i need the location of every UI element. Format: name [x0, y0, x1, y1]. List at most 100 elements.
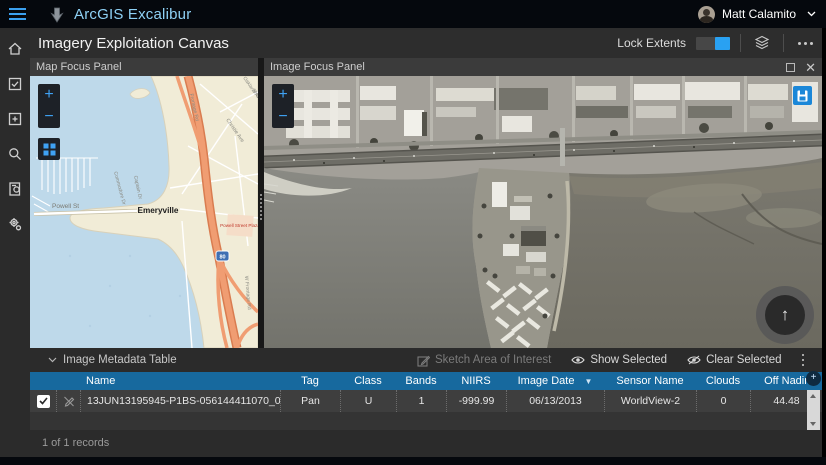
arrow-up-icon: ↑ — [780, 305, 790, 324]
column-header-name[interactable]: Name — [80, 375, 280, 387]
menu-icon[interactable] — [9, 8, 26, 20]
zoom-out-button[interactable]: − — [272, 106, 294, 128]
layers-button[interactable] — [751, 33, 773, 53]
checkbox-check-icon — [8, 77, 22, 91]
map-label-city: Emeryville — [138, 206, 179, 215]
interstate-80-shield: 80 — [215, 250, 230, 262]
table-row[interactable]: 13JUN13195945-P1BS-056144411070_01_P001 … — [30, 390, 822, 412]
column-header-sensor-name[interactable]: Sensor Name — [604, 375, 696, 387]
more-options-button[interactable] — [794, 33, 816, 53]
map-view[interactable]: 80 Powell St Emeryville Commodore Dr Cap… — [30, 76, 258, 348]
app-footer — [0, 457, 826, 465]
image-panel-title: Image Focus Panel — [270, 61, 365, 73]
close-icon[interactable]: ✕ — [805, 61, 816, 74]
divider — [783, 34, 784, 52]
grid-icon — [43, 143, 55, 155]
excalibur-logo-icon — [50, 7, 64, 23]
table-status-bar: 1 of 1 records — [30, 430, 822, 456]
app-title: ArcGIS Excalibur — [74, 5, 192, 23]
sidebar-item-search[interactable] — [4, 143, 26, 165]
sidebar — [0, 28, 30, 457]
table-settings-button[interactable]: + — [806, 371, 821, 386]
map-panel-header[interactable]: Map Focus Panel — [30, 58, 258, 76]
zoom-in-button[interactable]: + — [272, 84, 294, 106]
column-header-clouds[interactable]: Clouds — [696, 375, 750, 387]
layers-icon — [754, 35, 770, 50]
page-toolbar: Imagery Exploitation Canvas Lock Extents — [30, 28, 822, 58]
table-header-row: Name Tag Class Bands NIIRS Image Date ▼ S… — [30, 372, 822, 390]
image-tool-button[interactable] — [793, 86, 812, 105]
maximize-icon[interactable] — [786, 62, 796, 72]
user-name[interactable]: Matt Calamito — [722, 7, 796, 21]
zoom-in-button[interactable]: + — [38, 84, 60, 106]
sidebar-item-settings[interactable] — [4, 213, 26, 235]
eye-icon — [571, 356, 586, 364]
map-label-plaza: Powell Street Plaza — [220, 223, 258, 228]
scroll-down-icon[interactable] — [810, 422, 816, 426]
aerial-image — [264, 76, 822, 348]
divider — [740, 34, 741, 52]
cell-class: U — [340, 390, 396, 412]
no-edit-icon — [63, 396, 74, 407]
image-zoom-control: + − — [272, 84, 294, 128]
table-toolbar: Image Metadata Table Sketch Area of Inte… — [30, 348, 822, 372]
map-label-powell-st: Powell St — [52, 203, 79, 210]
table-collapse-toggle[interactable]: Image Metadata Table — [48, 354, 177, 366]
clear-selected-button[interactable]: Clear Selected — [687, 354, 782, 366]
cell-name: 13JUN13195945-P1BS-056144411070_01_P001 — [80, 390, 280, 412]
sidebar-item-projects[interactable] — [4, 73, 26, 95]
show-selected-button[interactable]: Show Selected — [571, 354, 667, 366]
table-options-button[interactable] — [801, 353, 804, 367]
sketch-icon — [417, 355, 430, 367]
lock-extents-toggle[interactable] — [696, 36, 730, 50]
row-checkbox[interactable] — [36, 394, 50, 408]
cell-clouds: 0 — [696, 390, 750, 412]
check-icon — [38, 397, 48, 405]
table-title: Image Metadata Table — [63, 354, 177, 366]
square-plus-icon — [8, 112, 22, 126]
map-panel-title: Map Focus Panel — [36, 61, 122, 73]
image-focus-panel: Image Focus Panel ✕ + − ↑ — [264, 58, 822, 348]
cell-image-date: 06/13/2013 — [506, 390, 604, 412]
sidebar-item-home[interactable] — [4, 38, 26, 60]
map-zoom-control: + − — [38, 84, 60, 128]
svg-text:80: 80 — [219, 255, 225, 261]
cell-bands: 1 — [396, 390, 446, 412]
sidebar-item-create[interactable] — [4, 108, 26, 130]
ellipsis-icon — [797, 41, 813, 45]
lock-extents-label: Lock Extents — [617, 36, 686, 50]
column-header-image-date[interactable]: Image Date ▼ — [506, 375, 604, 387]
save-image-icon — [797, 90, 808, 101]
map-focus-panel: Map Focus Panel 80 Powell St Emeryville … — [30, 58, 258, 348]
column-header-tag[interactable]: Tag — [280, 375, 340, 387]
sort-desc-icon: ▼ — [584, 377, 593, 386]
record-count: 1 of 1 records — [42, 437, 110, 449]
avatar[interactable] — [697, 5, 715, 23]
home-icon — [8, 42, 22, 55]
panel-splitter[interactable] — [258, 58, 264, 348]
image-panel-header[interactable]: Image Focus Panel ✕ — [264, 58, 822, 76]
street-map: 80 Powell St Emeryville Commodore Dr Cap… — [30, 76, 258, 348]
chevron-down-icon — [48, 357, 57, 363]
scroll-to-table-button[interactable]: ↑ — [756, 286, 814, 344]
image-view[interactable]: + − ↑ — [264, 76, 822, 348]
cell-tag: Pan — [280, 390, 340, 412]
cell-niirs: -999.99 — [446, 390, 506, 412]
sketch-aoi-button[interactable]: Sketch Area of Interest — [417, 354, 551, 367]
sidebar-item-reports[interactable] — [4, 178, 26, 200]
zoom-out-button[interactable]: − — [38, 106, 60, 128]
eye-off-icon — [687, 355, 701, 365]
column-header-niirs[interactable]: NIIRS — [446, 375, 506, 387]
scroll-up-icon[interactable] — [810, 394, 816, 398]
image-metadata-table-section: Image Metadata Table Sketch Area of Inte… — [30, 348, 822, 457]
drag-handle-icon — [260, 194, 262, 220]
table-scrollbar[interactable] — [807, 390, 820, 430]
basemap-grid-button[interactable] — [38, 138, 60, 160]
report-icon — [9, 182, 21, 196]
column-header-class[interactable]: Class — [340, 375, 396, 387]
chevron-down-icon[interactable] — [807, 11, 816, 17]
page-title: Imagery Exploitation Canvas — [38, 34, 229, 52]
table-body-empty — [30, 412, 822, 430]
column-header-bands[interactable]: Bands — [396, 375, 446, 387]
gears-icon — [9, 218, 22, 231]
